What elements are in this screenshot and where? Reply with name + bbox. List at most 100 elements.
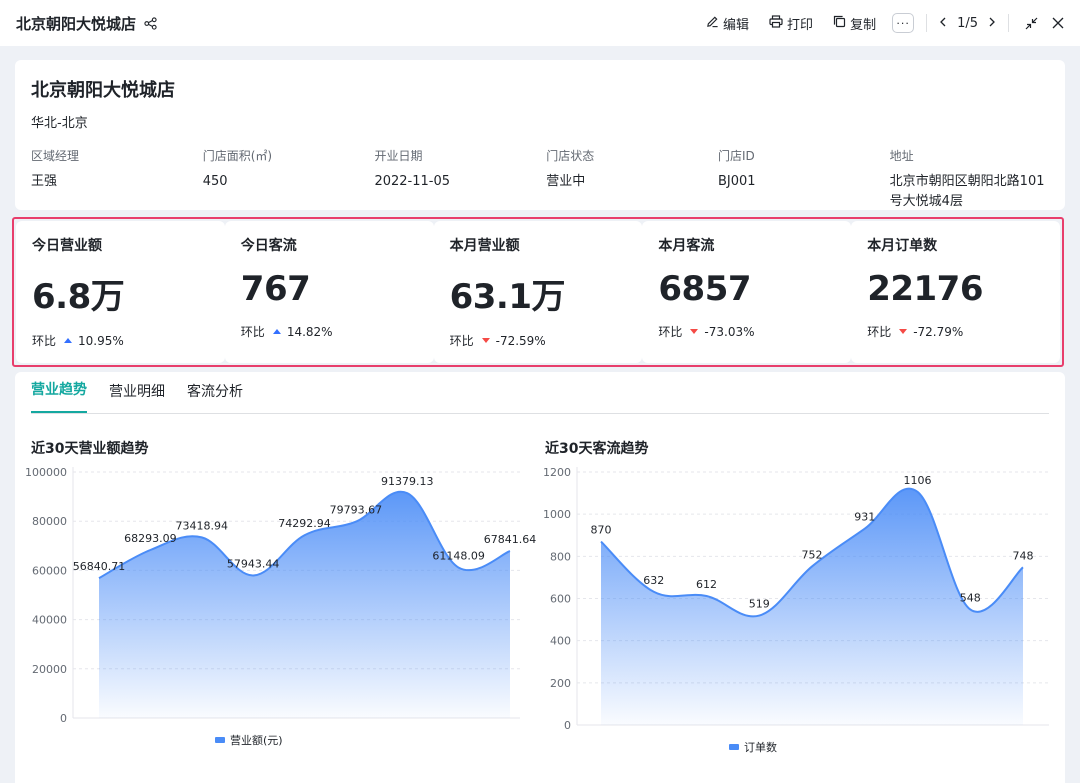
y-tick-label: 1200 [543, 466, 571, 479]
y-tick-label: 200 [550, 677, 571, 690]
data-label: 57943.44 [227, 557, 280, 570]
field-value: 营业中 [546, 174, 586, 189]
store-fields: 区域经理 王强 门店面积(㎡) 450 开业日期 2022-11-05 门店状态… [31, 147, 1049, 212]
field-value: 北京市朝阳区朝阳北路101号大悦城4层 [889, 174, 1045, 209]
data-label: 1106 [904, 474, 932, 487]
copy-button[interactable]: 复制 [833, 14, 876, 33]
y-tick-label: 0 [564, 719, 571, 732]
kpi-card-month-traffic[interactable]: 本月客流 6857 环比 -73.03% [642, 221, 852, 363]
y-tick-label: 600 [550, 593, 571, 606]
tab-business-detail[interactable]: 营业明细 [109, 381, 165, 413]
triangle-down-icon [690, 329, 699, 334]
copy-label: 复制 [850, 17, 877, 33]
y-tick-label: 80000 [32, 515, 67, 528]
field-value: 王强 [31, 174, 58, 189]
field-address: 地址 北京市朝阳区朝阳北路101号大悦城4层 [890, 147, 1049, 212]
data-label: 632 [643, 574, 664, 587]
kpi-comparison: 环比 14.82% [241, 323, 418, 340]
kpi-change: -72.59% [495, 333, 546, 348]
data-label: 91379.13 [381, 475, 434, 488]
revenue-chart-title: 近30天营业额趋势 [31, 441, 149, 457]
y-tick-label: 20000 [32, 663, 67, 676]
series-area [601, 488, 1023, 725]
field-manager: 区域经理 王强 [31, 147, 203, 212]
triangle-down-icon [481, 338, 490, 343]
chevron-right-icon[interactable] [988, 16, 996, 31]
share-icon[interactable] [144, 16, 157, 30]
data-label: 752 [802, 548, 823, 561]
store-name: 北京朝阳大悦城店 [31, 80, 175, 101]
data-label: 56840.71 [73, 560, 126, 573]
data-label: 74292.94 [278, 517, 331, 530]
revenue-chart-legend[interactable]: 营业额(元) [215, 732, 283, 748]
chevron-left-icon[interactable] [939, 16, 947, 31]
window-controls [1025, 17, 1064, 30]
kpi-card-month-revenue[interactable]: 本月营业额 63.1万 环比 -72.59% [433, 221, 643, 363]
edit-button[interactable]: 编辑 [706, 14, 749, 33]
kpi-value: 6.8万 [32, 277, 125, 317]
kpi-title: 本月客流 [658, 238, 715, 254]
triangle-up-icon [272, 329, 281, 334]
kpi-card-month-orders[interactable]: 本月订单数 22176 环比 -72.79% [851, 221, 1060, 363]
y-tick-label: 100000 [25, 466, 67, 479]
kpi-comparison: 环比 -72.79% [867, 323, 1044, 340]
pencil-icon [706, 15, 723, 32]
kpi-cmp-label: 环比 [32, 334, 57, 348]
collapse-icon[interactable] [1025, 17, 1038, 30]
traffic-chart-legend[interactable]: 订单数 [729, 739, 777, 755]
data-label: 73418.94 [176, 519, 229, 532]
printer-icon [769, 14, 787, 32]
print-button[interactable]: 打印 [769, 14, 813, 33]
toolbar-divider-2 [1008, 14, 1009, 32]
y-tick-label: 800 [550, 550, 571, 563]
kpi-comparison: 环比 -73.03% [658, 323, 835, 340]
more-button[interactable]: ··· [892, 13, 915, 33]
y-tick-label: 60000 [32, 564, 67, 577]
field-label: 地址 [889, 149, 914, 163]
legend-label: 订单数 [744, 741, 777, 754]
kpi-title: 本月订单数 [867, 238, 938, 254]
kpi-cmp-label: 环比 [867, 325, 892, 339]
data-label: 931 [854, 511, 875, 524]
field-label: 门店面积(㎡) [202, 149, 273, 163]
top-bar: 北京朝阳大悦城店 编辑 打印 复制 ··· 1/5 [0, 0, 1080, 46]
field-store-id: 门店ID BJ001 [718, 147, 890, 212]
field-value: 2022-11-05 [374, 174, 451, 189]
kpi-title: 今日营业额 [32, 238, 102, 254]
page-indicator: 1/5 [957, 15, 978, 31]
y-tick-label: 400 [550, 635, 571, 648]
kpi-value: 22176 [867, 269, 983, 309]
data-label: 79793.67 [330, 504, 383, 517]
kpi-cmp-label: 环比 [658, 325, 683, 339]
edit-label: 编辑 [723, 17, 750, 33]
kpi-title: 本月营业额 [449, 238, 520, 254]
copy-icon [833, 15, 850, 32]
field-area: 门店面积(㎡) 450 [203, 147, 375, 212]
close-icon[interactable] [1052, 17, 1064, 29]
revenue-chart: 0 20000 40000 60000 80000 100000 56840.71 68293… [25, 466, 536, 725]
legend-swatch [215, 737, 225, 743]
kpi-value: 767 [240, 269, 311, 309]
field-label: 开业日期 [374, 149, 423, 163]
traffic-chart: 0 200 400 600 800 1000 1200 870 632 612 519 752 931 1… [543, 466, 1049, 732]
kpi-change: 10.95% [78, 333, 124, 348]
field-label: 门店ID [717, 149, 755, 163]
kpi-cmp-label: 环比 [240, 325, 265, 339]
data-label: 519 [749, 598, 770, 611]
store-info-card: 北京朝阳大悦城店 华北-北京 区域经理 王强 门店面积(㎡) 450 开业日期 … [15, 60, 1065, 210]
field-label: 区域经理 [31, 149, 80, 163]
tab-business-trend[interactable]: 营业趋势 [31, 379, 87, 413]
kpi-card-today-revenue[interactable]: 今日营业额 6.8万 环比 10.95% [16, 221, 225, 363]
pager: 1/5 [939, 16, 996, 31]
kpi-card-today-traffic[interactable]: 今日客流 767 环比 14.82% [224, 221, 434, 363]
kpi-row: 今日营业额 6.8万 环比 10.95% 今日客流 767 环比 14.82% 本月… [12, 217, 1064, 367]
legend-label: 营业额(元) [230, 734, 283, 747]
y-tick-label: 0 [60, 712, 67, 725]
y-tick-label: 1000 [543, 508, 571, 521]
tab-traffic-analysis[interactable]: 客流分析 [187, 381, 243, 413]
data-label: 612 [696, 578, 717, 591]
field-value: 450 [202, 174, 228, 189]
print-label: 打印 [787, 17, 814, 33]
traffic-chart-title: 近30天客流趋势 [545, 441, 649, 457]
data-label: 548 [960, 591, 981, 604]
